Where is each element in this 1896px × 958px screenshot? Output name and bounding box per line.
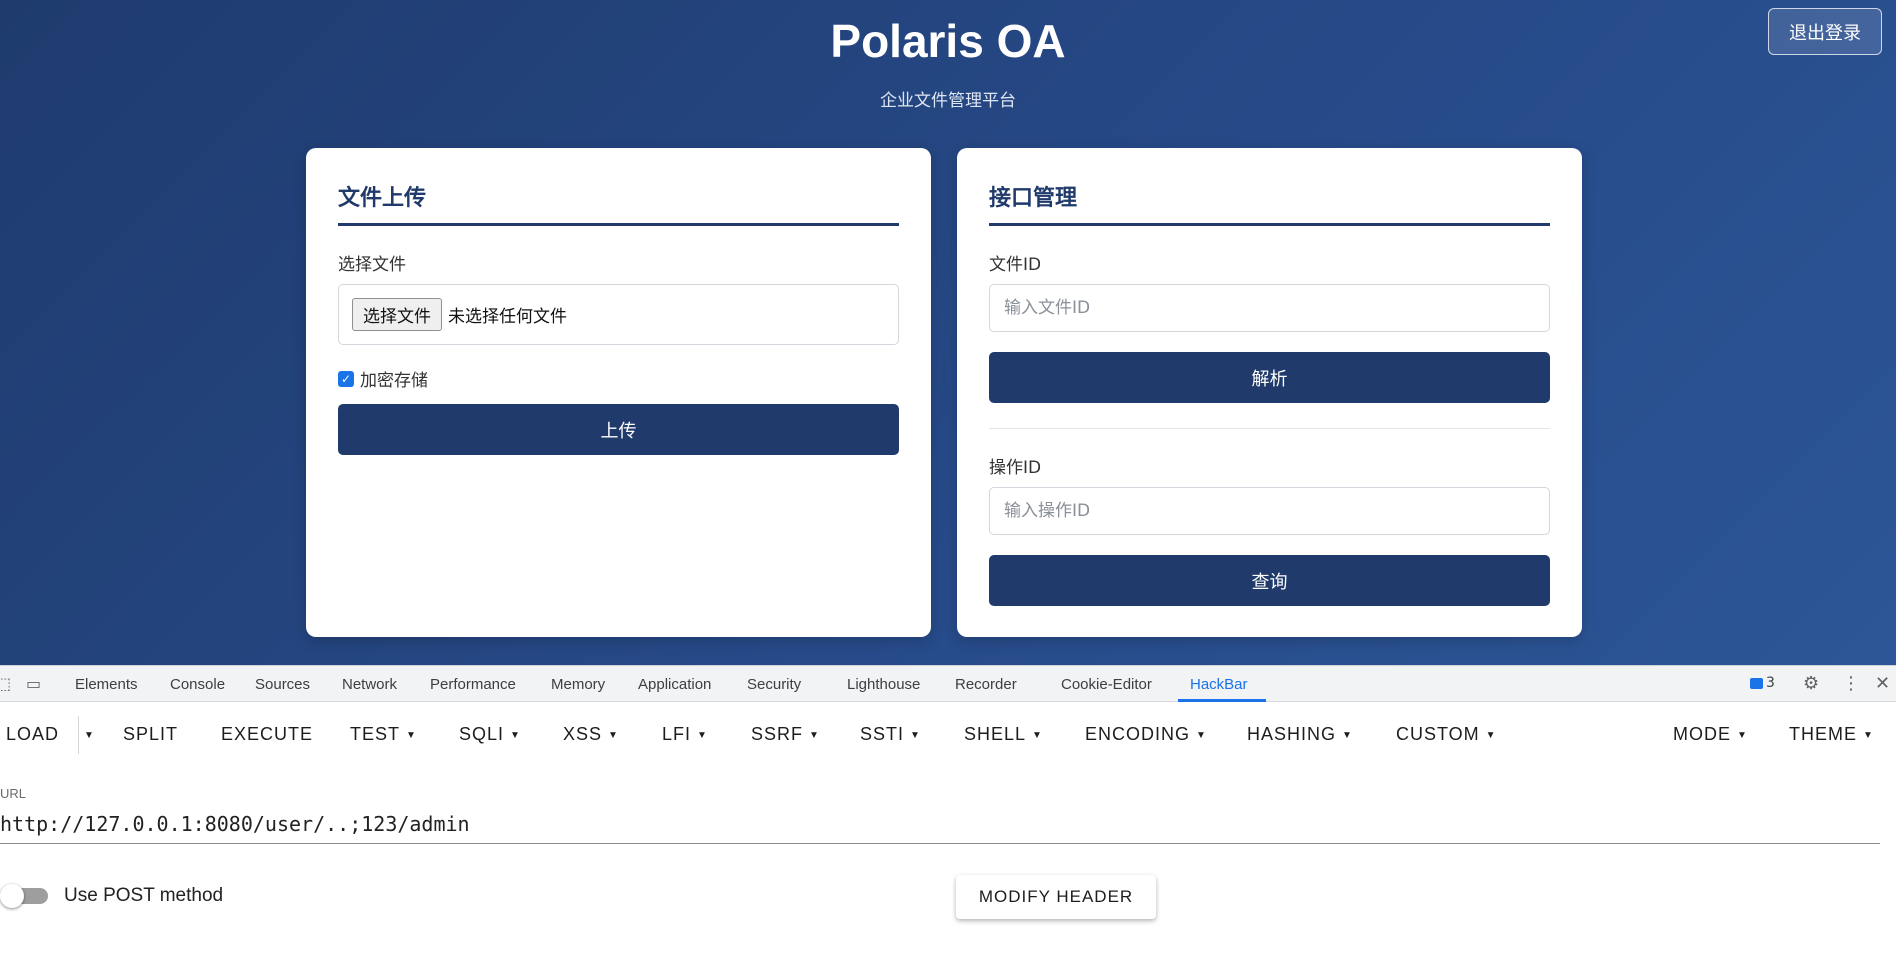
- sqli-menu[interactable]: SQLI ▼: [459, 724, 521, 745]
- caret-down-icon: ▼: [406, 730, 417, 741]
- devtools-panel: ⬚ ▭ Elements Console Sources Network Per…: [0, 665, 1896, 958]
- test-menu-label: TEST: [350, 724, 401, 744]
- caret-down-icon: ▼: [510, 730, 521, 741]
- lfi-menu-label: LFI: [662, 724, 692, 744]
- tab-memory[interactable]: Memory: [551, 676, 605, 693]
- tab-sources[interactable]: Sources: [255, 676, 310, 693]
- app-page: 退出登录 Polaris OA 企业文件管理平台 文件上传 选择文件 选择文件 …: [0, 0, 1896, 665]
- caret-down-icon: ▼: [1737, 730, 1748, 741]
- tab-hackbar[interactable]: HackBar: [1190, 676, 1248, 693]
- caret-down-icon: ▼: [608, 730, 619, 741]
- theme-menu[interactable]: THEME ▼: [1789, 724, 1874, 745]
- tab-performance[interactable]: Performance: [430, 676, 516, 693]
- settings-gear-icon[interactable]: ⚙: [1803, 675, 1819, 693]
- caret-down-icon: ▼: [697, 730, 708, 741]
- encrypt-option[interactable]: ✓ 加密存储: [338, 366, 428, 391]
- shell-menu-label: SHELL: [964, 724, 1027, 744]
- upload-card-title: 文件上传: [338, 186, 427, 211]
- file-label: 选择文件: [338, 255, 406, 275]
- hashing-menu[interactable]: HASHING ▼: [1247, 724, 1353, 745]
- url-input[interactable]: http://127.0.0.1:8080/user/..;123/admin: [0, 812, 470, 836]
- tab-network[interactable]: Network: [342, 676, 397, 693]
- url-label: URL: [0, 786, 27, 801]
- app-title: Polaris OA: [830, 15, 1066, 67]
- inspect-element-icon[interactable]: ⬚: [0, 675, 11, 693]
- devtools-tabbar: ⬚ ▭ Elements Console Sources Network Per…: [0, 666, 1896, 702]
- ssrf-menu[interactable]: SSRF ▼: [751, 724, 820, 745]
- modify-header-button[interactable]: MODIFY HEADER: [956, 875, 1156, 919]
- sqli-menu-label: SQLI: [459, 724, 505, 744]
- hashing-menu-label: HASHING: [1247, 724, 1337, 744]
- issues-icon: [1750, 677, 1763, 689]
- caret-down-icon: ▼: [809, 730, 820, 741]
- caret-down-icon: ▼: [1342, 730, 1353, 741]
- caret-down-icon: ▼: [1196, 730, 1207, 741]
- choose-file-button[interactable]: 选择文件: [352, 298, 442, 331]
- issues-badge[interactable]: 3: [1750, 675, 1775, 691]
- split-button[interactable]: SPLIT: [123, 724, 178, 745]
- caret-down-icon: ▼: [1485, 730, 1497, 741]
- tab-console[interactable]: Console: [170, 676, 225, 693]
- custom-menu-label: CUSTOM: [1396, 724, 1480, 744]
- url-underline: [0, 843, 1880, 844]
- encrypt-label: 加密存储: [360, 371, 428, 391]
- api-card-divider: [989, 223, 1550, 226]
- device-toolbar-icon[interactable]: ▭: [26, 675, 41, 693]
- query-button[interactable]: 查询: [989, 555, 1550, 606]
- more-options-icon[interactable]: ⋮: [1842, 675, 1860, 693]
- test-menu[interactable]: TEST ▼: [350, 724, 417, 745]
- tab-security[interactable]: Security: [747, 676, 801, 693]
- toolbar-separator: [78, 716, 79, 754]
- ssti-menu[interactable]: SSTI ▼: [860, 724, 921, 745]
- hackbar-toolbar: LOAD ▼ SPLIT EXECUTE TEST ▼ SQLI ▼ XSS ▼ LF…: [0, 702, 1896, 762]
- post-toggle-label: Use POST method: [64, 885, 224, 906]
- upload-button[interactable]: 上传: [338, 404, 899, 455]
- encoding-menu-label: ENCODING: [1085, 724, 1191, 744]
- api-card-title: 接口管理: [989, 186, 1078, 211]
- ssrf-menu-label: SSRF: [751, 724, 804, 744]
- tab-recorder[interactable]: Recorder: [955, 676, 1017, 693]
- post-toggle-knob[interactable]: [0, 884, 24, 908]
- load-dropdown-caret-icon[interactable]: ▼: [84, 724, 95, 745]
- caret-down-icon: ▼: [1032, 730, 1043, 741]
- mode-menu[interactable]: MODE ▼: [1673, 724, 1748, 745]
- file-status-text: 未选择任何文件: [448, 307, 567, 327]
- shell-menu[interactable]: SHELL ▼: [964, 724, 1043, 745]
- op-id-input[interactable]: [989, 487, 1550, 535]
- load-button[interactable]: LOAD: [6, 724, 59, 745]
- tab-lighthouse[interactable]: Lighthouse: [847, 676, 920, 693]
- tab-cookie-editor[interactable]: Cookie-Editor: [1061, 676, 1152, 693]
- tab-elements[interactable]: Elements: [75, 676, 138, 693]
- lfi-menu[interactable]: LFI ▼: [662, 724, 708, 745]
- parse-button[interactable]: 解析: [989, 352, 1550, 403]
- issues-count: 3: [1766, 675, 1775, 691]
- encoding-menu[interactable]: ENCODING ▼: [1085, 724, 1207, 745]
- close-devtools-icon[interactable]: ✕: [1875, 675, 1890, 693]
- app-subtitle: 企业文件管理平台: [880, 91, 1016, 111]
- tab-application[interactable]: Application: [638, 676, 711, 693]
- caret-down-icon: ▼: [910, 730, 921, 741]
- ssti-menu-label: SSTI: [860, 724, 905, 744]
- file-id-input[interactable]: [989, 284, 1550, 332]
- op-id-label: 操作ID: [989, 458, 1042, 478]
- execute-button[interactable]: EXECUTE: [221, 724, 313, 745]
- custom-menu[interactable]: CUSTOM ▼: [1396, 724, 1497, 745]
- xss-menu-label: XSS: [563, 724, 603, 744]
- api-card-separator: [989, 428, 1550, 429]
- file-input[interactable]: 选择文件 未选择任何文件: [338, 284, 899, 345]
- xss-menu[interactable]: XSS ▼: [563, 724, 619, 745]
- theme-menu-label: THEME: [1789, 724, 1857, 744]
- mode-menu-label: MODE: [1673, 724, 1731, 744]
- caret-down-icon: ▼: [1863, 730, 1874, 741]
- upload-card-divider: [338, 223, 899, 226]
- api-card: 接口管理 文件ID 解析 操作ID 查询: [957, 148, 1582, 637]
- encrypt-checkbox[interactable]: ✓: [338, 370, 354, 387]
- upload-card: 文件上传 选择文件 选择文件 未选择任何文件 ✓ 加密存储 上传: [306, 148, 931, 637]
- file-id-label: 文件ID: [989, 255, 1042, 275]
